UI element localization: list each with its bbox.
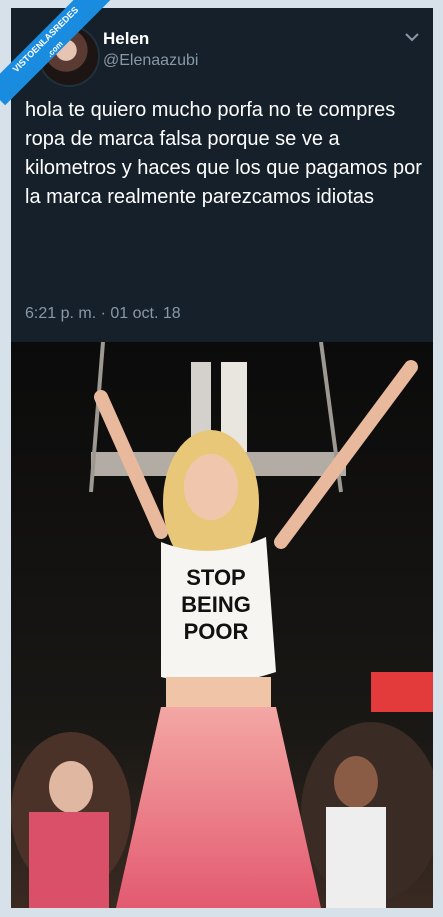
username-handle[interactable]: @Elenaazubi	[103, 52, 198, 70]
shirt-text-being: BEING	[181, 592, 251, 617]
display-name[interactable]: Helen	[103, 29, 149, 49]
chevron-down-icon[interactable]	[403, 30, 421, 44]
tweet-photo[interactable]: STOP BEING POOR	[11, 342, 433, 908]
shirt-text-stop: STOP	[186, 565, 246, 590]
shirt-text-poor: POOR	[184, 619, 249, 644]
tweet-card: Helen @Elenaazubi hola te quiero mucho p…	[11, 8, 433, 908]
tweet-text: hola te quiero mucho porfa no te compres…	[25, 99, 422, 208]
tweet-timestamp[interactable]: 6:21 p. m. · 01 oct. 18	[25, 305, 181, 323]
